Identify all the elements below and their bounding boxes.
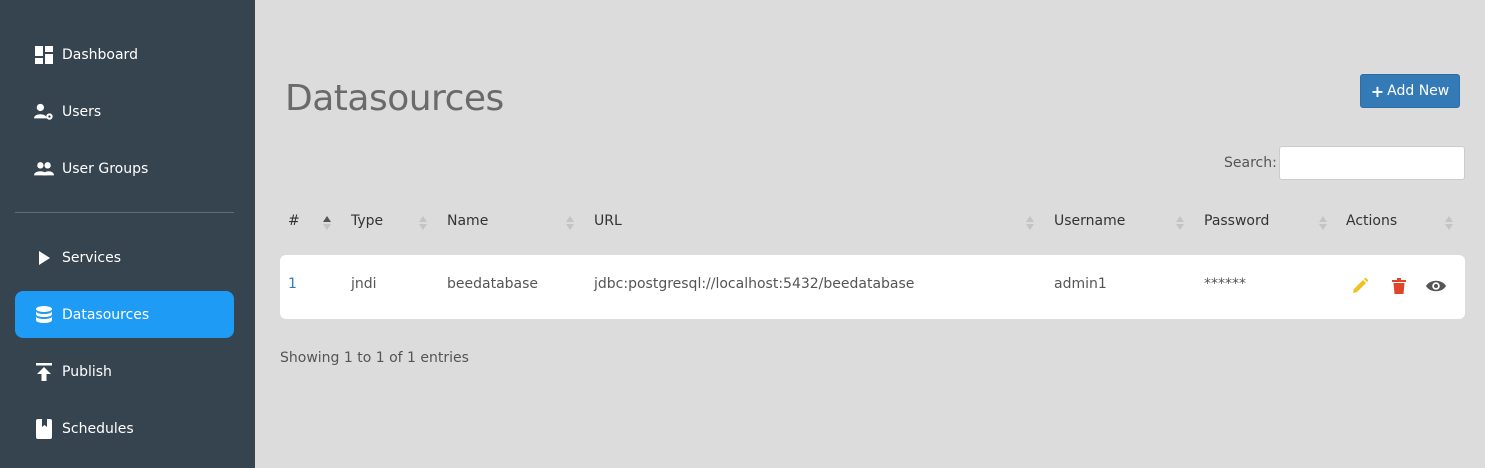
sidebar-item-dashboard[interactable]: Dashboard [15,31,234,78]
column-header-type[interactable]: Type [351,213,383,229]
main-content: Datasources + Add New Search: # Type Nam… [255,0,1485,468]
edit-icon[interactable] [1349,275,1371,297]
column-header-name[interactable]: Name [447,213,488,229]
user-settings-icon [34,102,54,122]
sort-icon[interactable] [1445,214,1453,232]
plus-icon: + [1370,81,1385,101]
sidebar: Dashboard Users User Groups Services Dat… [0,0,255,468]
table-row: 1 jndi beedatabase jdbc:postgresql://loc… [280,255,1465,319]
search-label: Search: [1224,155,1277,171]
view-icon[interactable] [1425,275,1447,297]
play-icon [34,248,54,268]
cell-username: admin1 [1054,276,1107,292]
page-title: Datasources [285,78,504,119]
search-input[interactable] [1279,146,1465,180]
sidebar-item-label: Datasources [62,306,150,323]
sidebar-item-label: Services [62,249,122,266]
sort-icon[interactable] [419,214,427,232]
sidebar-item-label: Publish [62,363,112,380]
sidebar-item-publish[interactable]: Publish [15,348,234,395]
column-header-password[interactable]: Password [1204,213,1269,229]
sort-ascending-icon[interactable] [323,214,331,232]
add-new-button[interactable]: + Add New [1360,74,1460,108]
sidebar-item-users[interactable]: Users [15,88,234,135]
sort-icon[interactable] [1319,214,1327,232]
sidebar-item-label: User Groups [62,160,149,177]
database-icon [34,305,54,325]
sidebar-item-label: Users [62,103,102,120]
sort-icon[interactable] [566,214,574,232]
sidebar-item-services[interactable]: Services [15,234,234,281]
cell-password: ****** [1204,276,1246,292]
column-header-url[interactable]: URL [594,213,622,229]
sidebar-item-datasources[interactable]: Datasources [15,291,234,338]
sidebar-item-user-groups[interactable]: User Groups [15,145,234,192]
cell-type: jndi [351,276,377,292]
publish-icon [34,362,54,382]
sidebar-item-label: Schedules [62,420,134,437]
column-header-actions[interactable]: Actions [1346,213,1397,229]
column-header-number[interactable]: # [288,213,300,229]
add-new-label: Add New [1387,83,1450,99]
sort-icon[interactable] [1026,214,1034,232]
sidebar-divider [15,212,234,213]
cell-url: jdbc:postgresql://localhost:5432/beedata… [594,276,915,292]
user-group-icon [34,159,54,179]
sidebar-item-schedules[interactable]: Schedules [15,405,234,452]
table-info: Showing 1 to 1 of 1 entries [280,350,469,366]
cell-id[interactable]: 1 [288,276,297,292]
dashboard-icon [34,45,54,65]
book-icon [34,418,54,439]
column-header-username[interactable]: Username [1054,213,1125,229]
delete-icon[interactable] [1388,275,1410,297]
cell-name: beedatabase [447,276,539,292]
sort-icon[interactable] [1176,214,1184,232]
sidebar-item-label: Dashboard [62,46,138,63]
